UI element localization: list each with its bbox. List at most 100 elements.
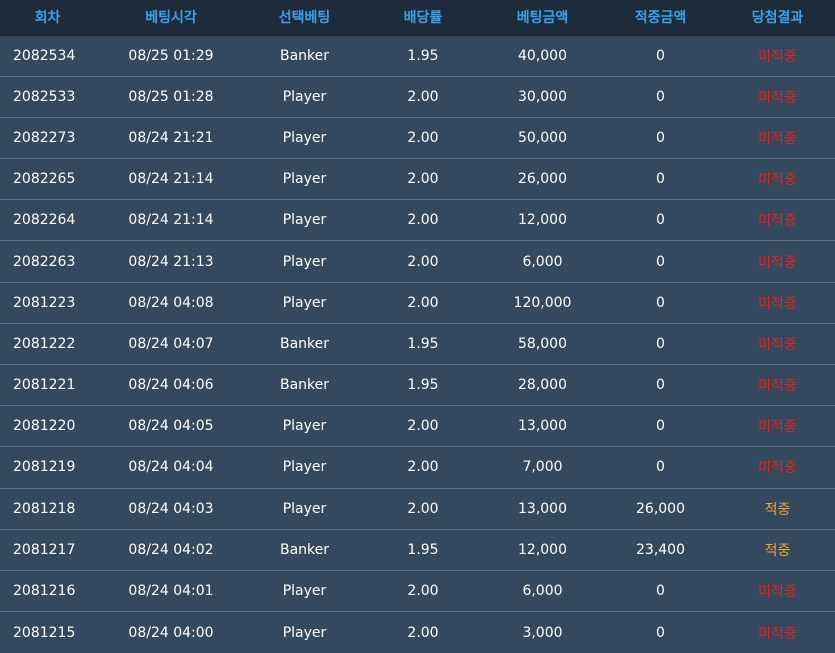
cell-result: 미적중: [720, 199, 835, 241]
cell-pick: Player: [247, 405, 362, 447]
table-row: 2082264 08/24 21:14 Player 2.00 12,000 0 미적중: [0, 199, 835, 241]
cell-bet-time: 08/24 04:02: [95, 528, 247, 571]
cell-result: 미적중: [720, 405, 835, 447]
header-odds: 배당률: [362, 0, 484, 36]
cell-bet-time: 08/24 21:13: [95, 240, 247, 283]
cell-bet-amount: 50,000: [484, 116, 601, 159]
cell-result: 적중: [720, 528, 835, 571]
cell-round: 2081218: [0, 487, 95, 530]
table-row: 2082534 08/25 01:29 Banker 1.95 40,000 0 미적중: [0, 34, 835, 77]
cell-round: 2081223: [0, 281, 95, 324]
cell-win-amount: 0: [601, 322, 720, 365]
cell-win-amount: 26,000: [601, 487, 720, 530]
cell-odds: 2.00: [362, 199, 484, 241]
header-round: 회차: [0, 0, 95, 36]
cell-bet-amount: 12,000: [484, 199, 601, 241]
header-row: 회차 베팅시각 선택베팅 배당률 베팅금액 적중금액 당첨결과: [0, 0, 835, 36]
cell-bet-time: 08/24 04:03: [95, 487, 247, 530]
cell-result: 미적중: [720, 446, 835, 489]
cell-odds: 1.95: [362, 363, 484, 406]
cell-round: 2082534: [0, 34, 95, 77]
cell-win-amount: 0: [601, 569, 720, 612]
cell-round: 2081220: [0, 405, 95, 447]
cell-win-amount: 23,400: [601, 528, 720, 571]
cell-result: 미적중: [720, 281, 835, 324]
cell-bet-amount: 12,000: [484, 528, 601, 571]
cell-pick: Banker: [247, 322, 362, 365]
cell-win-amount: 0: [601, 281, 720, 324]
cell-bet-amount: 28,000: [484, 363, 601, 406]
cell-win-amount: 0: [601, 75, 720, 118]
cell-bet-amount: 58,000: [484, 322, 601, 365]
cell-odds: 2.00: [362, 116, 484, 159]
cell-bet-amount: 3,000: [484, 611, 601, 653]
table-row: 2082273 08/24 21:21 Player 2.00 50,000 0 미적중: [0, 116, 835, 159]
header-result: 당첨결과: [720, 0, 835, 36]
bet-history-table: 회차 베팅시각 선택베팅 배당률 베팅금액 적중금액 당첨결과 2082534 0…: [0, 0, 835, 653]
cell-win-amount: 0: [601, 240, 720, 283]
cell-win-amount: 0: [601, 116, 720, 159]
cell-bet-time: 08/24 21:21: [95, 116, 247, 159]
cell-bet-amount: 40,000: [484, 34, 601, 77]
table-row: 2081220 08/24 04:05 Player 2.00 13,000 0 미적중: [0, 405, 835, 447]
cell-bet-amount: 6,000: [484, 240, 601, 283]
table-row: 2082265 08/24 21:14 Player 2.00 26,000 0 미적중: [0, 158, 835, 200]
cell-bet-time: 08/24 04:06: [95, 363, 247, 406]
cell-odds: 2.00: [362, 487, 484, 530]
cell-odds: 1.95: [362, 528, 484, 571]
cell-pick: Player: [247, 116, 362, 159]
cell-win-amount: 0: [601, 34, 720, 77]
cell-pick: Banker: [247, 34, 362, 77]
cell-round: 2082273: [0, 116, 95, 159]
table-row: 2081222 08/24 04:07 Banker 1.95 58,000 0 미적중: [0, 322, 835, 365]
table-row: 2082533 08/25 01:28 Player 2.00 30,000 0 미적중: [0, 75, 835, 118]
cell-odds: 2.00: [362, 281, 484, 324]
cell-round: 2081215: [0, 611, 95, 653]
cell-result: 미적중: [720, 75, 835, 118]
cell-bet-amount: 120,000: [484, 281, 601, 324]
cell-bet-amount: 26,000: [484, 158, 601, 200]
cell-round: 2081217: [0, 528, 95, 571]
header-win-amount: 적중금액: [601, 0, 720, 36]
table-row: 2081216 08/24 04:01 Player 2.00 6,000 0 미적중: [0, 569, 835, 612]
cell-result: 미적중: [720, 240, 835, 283]
cell-win-amount: 0: [601, 363, 720, 406]
cell-odds: 2.00: [362, 158, 484, 200]
cell-bet-amount: 13,000: [484, 405, 601, 447]
cell-bet-time: 08/24 04:01: [95, 569, 247, 612]
cell-bet-time: 08/24 21:14: [95, 158, 247, 200]
cell-odds: 2.00: [362, 240, 484, 283]
cell-odds: 2.00: [362, 75, 484, 118]
cell-round: 2082265: [0, 158, 95, 200]
table-row: 2081223 08/24 04:08 Player 2.00 120,000 0 미적중: [0, 281, 835, 324]
cell-result: 미적중: [720, 116, 835, 159]
cell-pick: Player: [247, 75, 362, 118]
table-row: 2082263 08/24 21:13 Player 2.00 6,000 0 미적중: [0, 240, 835, 283]
cell-round: 2082263: [0, 240, 95, 283]
table-body: 2082534 08/25 01:29 Banker 1.95 40,000 0 미적중 20…: [0, 34, 835, 653]
cell-bet-time: 08/24 04:04: [95, 446, 247, 489]
cell-pick: Player: [247, 199, 362, 241]
cell-round: 2081221: [0, 363, 95, 406]
cell-bet-time: 08/24 04:05: [95, 405, 247, 447]
cell-round: 2082264: [0, 199, 95, 241]
cell-bet-time: 08/24 04:07: [95, 322, 247, 365]
cell-round: 2081216: [0, 569, 95, 612]
cell-bet-amount: 13,000: [484, 487, 601, 530]
cell-bet-amount: 30,000: [484, 75, 601, 118]
cell-win-amount: 0: [601, 158, 720, 200]
cell-pick: Player: [247, 240, 362, 283]
cell-odds: 2.00: [362, 611, 484, 653]
cell-result: 미적중: [720, 322, 835, 365]
table-row: 2081218 08/24 04:03 Player 2.00 13,000 26,000…: [0, 487, 835, 530]
cell-round: 2081222: [0, 322, 95, 365]
cell-bet-time: 08/25 01:28: [95, 75, 247, 118]
cell-bet-time: 08/24 21:14: [95, 199, 247, 241]
cell-bet-time: 08/24 04:00: [95, 611, 247, 653]
cell-pick: Player: [247, 611, 362, 653]
cell-win-amount: 0: [601, 446, 720, 489]
cell-result: 적중: [720, 487, 835, 530]
cell-round: 2081219: [0, 446, 95, 489]
cell-result: 미적중: [720, 158, 835, 200]
cell-odds: 1.95: [362, 34, 484, 77]
